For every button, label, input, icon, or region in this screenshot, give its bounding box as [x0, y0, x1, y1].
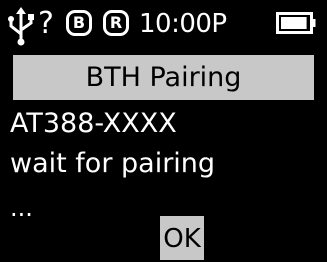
progress-ellipsis: ... — [10, 194, 33, 222]
page-title: BTH Pairing — [13, 55, 314, 100]
badge-b: B — [66, 10, 92, 36]
usb-icon — [8, 7, 34, 46]
connection-status-text: ? — [38, 6, 54, 41]
device-name: AT388-XXXX — [10, 108, 177, 139]
battery-fill — [281, 17, 307, 29]
clock: 10:00P — [139, 9, 227, 39]
battery-icon — [276, 12, 316, 34]
status-message: wait for pairing — [10, 148, 216, 179]
status-bar: ? B R 10:00P — [0, 0, 327, 52]
badge-r: R — [103, 10, 129, 36]
ok-button[interactable]: OK — [160, 216, 204, 260]
device-screen: ? B R 10:00P BTH Pairing AT388-XXXX wait… — [0, 0, 327, 260]
